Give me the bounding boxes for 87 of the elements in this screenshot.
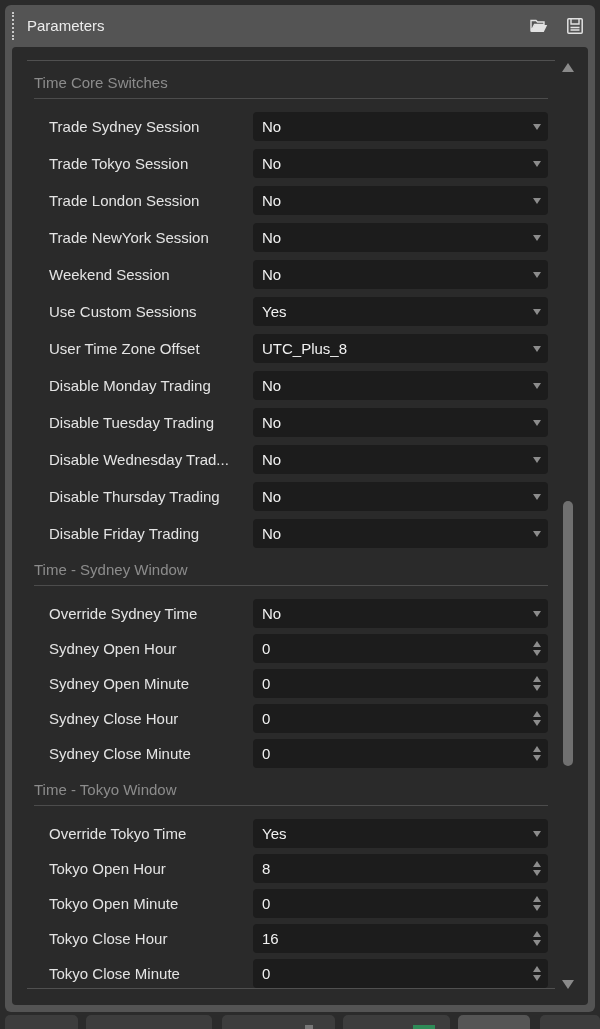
caret-icon[interactable] <box>533 382 541 389</box>
number-field[interactable]: 0 <box>253 704 548 733</box>
dropdown-field[interactable]: No <box>253 186 548 215</box>
dropdown-field[interactable]: UTC_Plus_8 <box>253 334 548 363</box>
dropdown-field[interactable]: No <box>253 112 548 141</box>
spin-up-icon[interactable] <box>533 746 541 752</box>
indicator-icon <box>305 1025 313 1029</box>
scrollbar-thumb[interactable] <box>563 501 573 766</box>
spin-up-icon[interactable] <box>533 676 541 682</box>
caret-icon[interactable] <box>533 234 541 241</box>
spin-down-icon[interactable] <box>533 650 541 656</box>
parameter-label: Trade London Session <box>49 190 201 211</box>
dropdown-field[interactable]: No <box>253 371 548 400</box>
dropdown-field[interactable]: Yes <box>253 819 548 848</box>
caret-icon[interactable] <box>533 456 541 463</box>
spin-up-icon[interactable] <box>533 711 541 717</box>
spin-down-icon[interactable] <box>533 755 541 761</box>
parameter-label: Weekend Session <box>49 264 171 285</box>
caret-icon[interactable] <box>533 419 541 426</box>
number-field[interactable]: 0 <box>253 669 548 698</box>
caret-icon[interactable] <box>533 308 541 315</box>
parameter-label: Tokyo Close Minute <box>49 963 181 984</box>
parameter-label: Tokyo Open Hour <box>49 858 167 879</box>
caret-icon[interactable] <box>533 197 541 204</box>
scroll-down-icon[interactable] <box>562 980 574 989</box>
panel-title: Parameters <box>27 16 105 36</box>
parameter-label: Trade Sydney Session <box>49 116 201 137</box>
parameter-label: Override Tokyo Time <box>49 823 188 844</box>
caret-icon[interactable] <box>533 530 541 537</box>
parameter-label: Sydney Open Hour <box>49 638 178 659</box>
dropdown-field[interactable]: No <box>253 260 548 289</box>
spin-up-icon[interactable] <box>533 641 541 647</box>
spin-down-icon[interactable] <box>533 940 541 946</box>
spin-down-icon[interactable] <box>533 685 541 691</box>
parameter-label: User Time Zone Offset <box>49 338 201 359</box>
caret-icon[interactable] <box>533 160 541 167</box>
parameter-label: Disable Tuesday Trading <box>49 412 216 433</box>
dropdown-field[interactable]: No <box>253 445 548 474</box>
caret-icon[interactable] <box>533 830 541 837</box>
number-field[interactable]: 0 <box>253 889 548 918</box>
drag-handle-icon[interactable] <box>12 12 14 40</box>
parameter-label: Use Custom Sessions <box>49 301 198 322</box>
save-icon[interactable] <box>567 18 583 34</box>
caret-icon[interactable] <box>533 123 541 130</box>
caret-icon[interactable] <box>533 271 541 278</box>
parameter-label: Sydney Open Minute <box>49 673 191 694</box>
number-field[interactable]: 0 <box>253 739 548 768</box>
spin-down-icon[interactable] <box>533 870 541 876</box>
parameter-label: Trade NewYork Session <box>49 227 210 248</box>
parameter-label: Override Sydney Time <box>49 603 199 624</box>
number-field[interactable]: 16 <box>253 924 548 953</box>
parameter-label: Disable Thursday Trading <box>49 486 221 507</box>
dropdown-field[interactable]: No <box>253 519 548 548</box>
number-field[interactable]: 0 <box>253 634 548 663</box>
spin-up-icon[interactable] <box>533 896 541 902</box>
number-field[interactable]: 8 <box>253 854 548 883</box>
spin-down-icon[interactable] <box>533 905 541 911</box>
caret-icon[interactable] <box>533 345 541 352</box>
spin-up-icon[interactable] <box>533 966 541 972</box>
parameter-label: Tokyo Open Minute <box>49 893 180 914</box>
scroll-up-icon[interactable] <box>562 63 574 72</box>
section-header: Time - Tokyo Window <box>34 768 548 806</box>
parameter-label: Tokyo Close Hour <box>49 928 169 949</box>
parameter-label: Disable Wednesday Trad... <box>49 449 230 470</box>
dropdown-field[interactable]: Yes <box>253 297 548 326</box>
spin-up-icon[interactable] <box>533 861 541 867</box>
dropdown-field[interactable]: No <box>253 408 548 437</box>
section-header: Time - Sydney Window <box>34 548 548 586</box>
toolbar-tab[interactable] <box>343 1015 450 1029</box>
caret-icon[interactable] <box>533 493 541 500</box>
parameter-label: Trade Tokyo Session <box>49 153 190 174</box>
status-indicator-icon <box>413 1025 435 1029</box>
number-field[interactable]: 0 <box>253 959 548 988</box>
spin-down-icon[interactable] <box>533 975 541 981</box>
section-header: Time Core Switches <box>34 61 548 99</box>
parameter-label: Disable Monday Trading <box>49 375 212 396</box>
caret-icon[interactable] <box>533 610 541 617</box>
dropdown-field[interactable]: No <box>253 599 548 628</box>
dropdown-field[interactable]: No <box>253 223 548 252</box>
dropdown-field[interactable]: No <box>253 482 548 511</box>
spin-down-icon[interactable] <box>533 720 541 726</box>
dropdown-field[interactable]: No <box>253 149 548 178</box>
parameter-label: Disable Friday Trading <box>49 523 201 544</box>
open-folder-icon[interactable] <box>530 19 548 33</box>
parameter-label: Sydney Close Hour <box>49 708 180 729</box>
parameter-label: Sydney Close Minute <box>49 743 192 764</box>
spin-up-icon[interactable] <box>533 931 541 937</box>
